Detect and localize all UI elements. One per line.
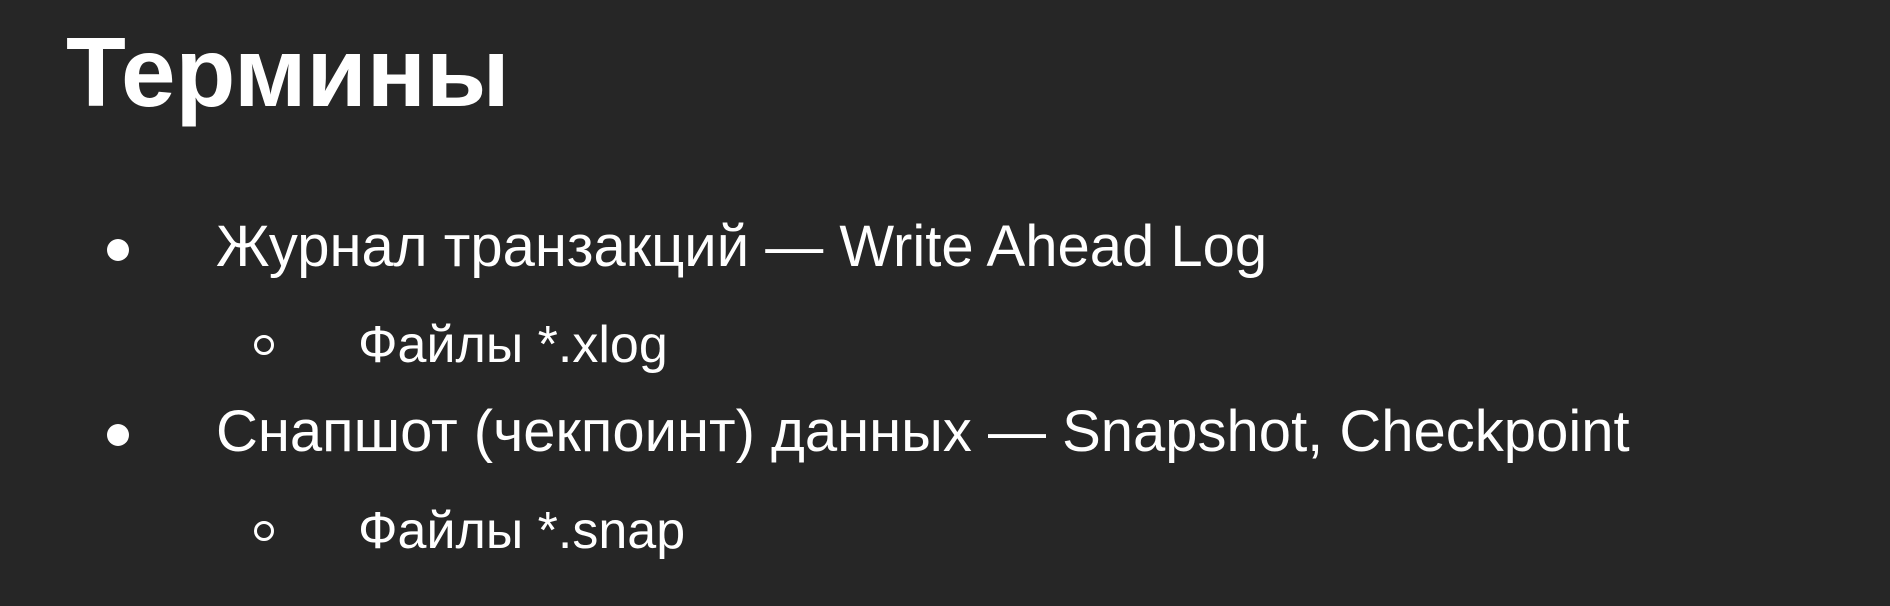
bullet-circle-icon [254,521,274,541]
bullet-dot-icon [107,239,129,261]
list-item-wal: Журнал транзакций — Write Ahead Log [216,214,1268,279]
bullet-dot-icon [107,424,129,446]
list-item-snapshot: Снапшот (чекпоинт) данных — Snapshot, Ch… [216,399,1630,464]
bullet-circle-icon [254,335,274,355]
sub-list-item-xlog: Файлы *.xlog [358,316,668,374]
sub-list-item-snap: Файлы *.snap [358,502,686,560]
slide-title: Термины [66,17,510,127]
slide: Термины Журнал транзакций — Write Ahead … [0,0,1890,606]
